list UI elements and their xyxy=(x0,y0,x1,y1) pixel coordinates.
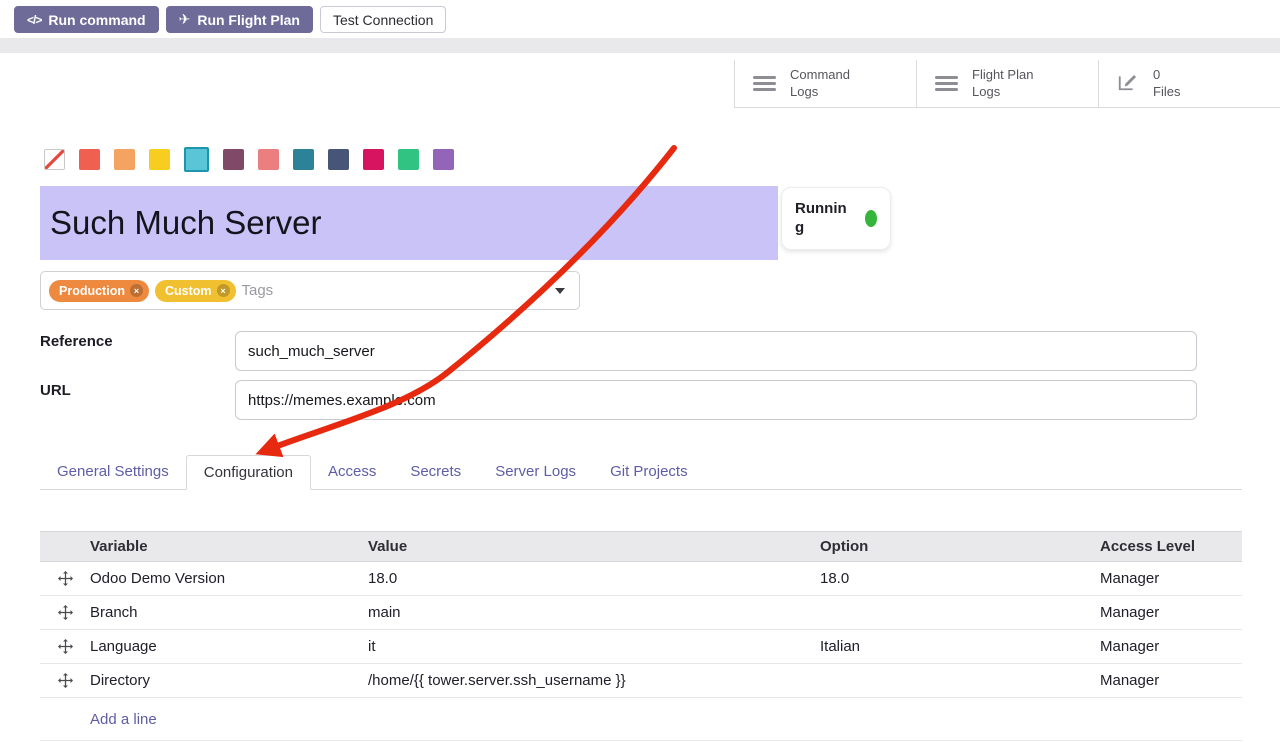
drag-handle-icon[interactable] xyxy=(40,571,90,586)
drag-handle-icon[interactable] xyxy=(40,639,90,654)
cell-variable[interactable]: Branch xyxy=(90,604,368,621)
header-option: Option xyxy=(820,538,1100,555)
cell-variable[interactable]: Directory xyxy=(90,672,368,689)
tag-remove-icon[interactable]: × xyxy=(130,284,143,297)
tab-configuration[interactable]: Configuration xyxy=(186,455,311,490)
cell-value[interactable]: main xyxy=(368,604,820,621)
files-label: Files xyxy=(1153,84,1180,101)
plane-icon: ✈ xyxy=(179,11,191,28)
tab-server-logs[interactable]: Server Logs xyxy=(478,455,593,489)
top-toolbar: </> Run command ✈ Run Flight Plan Test C… xyxy=(14,6,446,33)
status-label: Running xyxy=(795,200,847,238)
stat-button-row: Command Logs Flight Plan Logs 0 Files xyxy=(734,60,1280,108)
header-access-level: Access Level xyxy=(1100,538,1242,555)
add-line-row: Add a line xyxy=(40,698,1242,741)
color-swatch[interactable] xyxy=(114,149,135,170)
cell-value[interactable]: 18.0 xyxy=(368,570,820,587)
test-connection-label: Test Connection xyxy=(333,12,433,28)
reference-input[interactable] xyxy=(235,331,1197,371)
cell-option[interactable]: Italian xyxy=(820,638,1100,655)
edit-icon xyxy=(1117,70,1139,97)
notebook-tabs: General Settings Configuration Access Se… xyxy=(40,455,1242,490)
header-value: Value xyxy=(368,538,820,555)
cell-variable[interactable]: Odoo Demo Version xyxy=(90,570,368,587)
cell-variable[interactable]: Language xyxy=(90,638,368,655)
tab-git-projects[interactable]: Git Projects xyxy=(593,455,705,489)
tag-production[interactable]: Production × xyxy=(49,280,149,302)
status-card: Running xyxy=(781,187,891,250)
tag-remove-icon[interactable]: × xyxy=(217,284,230,297)
reference-label: Reference xyxy=(40,333,113,350)
cell-access[interactable]: Manager xyxy=(1100,604,1242,621)
flight-plan-logs-button[interactable]: Flight Plan Logs xyxy=(916,60,1098,107)
add-line-link[interactable]: Add a line xyxy=(90,711,157,728)
separator-band xyxy=(0,38,1280,53)
color-swatch[interactable] xyxy=(328,149,349,170)
cell-access[interactable]: Manager xyxy=(1100,638,1242,655)
tab-general-settings[interactable]: General Settings xyxy=(40,455,186,489)
table-header-row: Variable Value Option Access Level xyxy=(40,531,1242,562)
color-swatch-none[interactable] xyxy=(44,149,65,170)
variables-table: Variable Value Option Access Level Odoo … xyxy=(40,531,1242,741)
run-command-button[interactable]: </> Run command xyxy=(14,6,159,33)
test-connection-button[interactable]: Test Connection xyxy=(320,6,446,33)
color-swatch[interactable] xyxy=(149,149,170,170)
tags-placeholder: Tags xyxy=(242,282,550,299)
color-swatch[interactable] xyxy=(398,149,419,170)
menu-icon xyxy=(753,76,776,91)
files-button[interactable]: 0 Files xyxy=(1098,60,1280,107)
menu-icon xyxy=(935,76,958,91)
color-swatch[interactable] xyxy=(433,149,454,170)
code-icon: </> xyxy=(27,13,41,27)
run-flight-plan-label: Run Flight Plan xyxy=(197,12,300,28)
run-flight-plan-button[interactable]: ✈ Run Flight Plan xyxy=(166,6,313,33)
command-logs-button[interactable]: Command Logs xyxy=(734,60,916,107)
tag-custom[interactable]: Custom × xyxy=(155,280,236,302)
table-row: Odoo Demo Version 18.0 18.0 Manager xyxy=(40,562,1242,596)
tags-field[interactable]: Production × Custom × Tags xyxy=(40,271,580,310)
chevron-down-icon[interactable] xyxy=(555,288,565,294)
color-swatch-selected[interactable] xyxy=(184,147,209,172)
color-swatch[interactable] xyxy=(79,149,100,170)
drag-handle-icon[interactable] xyxy=(40,673,90,688)
cell-option[interactable]: 18.0 xyxy=(820,570,1100,587)
url-label: URL xyxy=(40,382,71,399)
command-logs-label: Command Logs xyxy=(790,67,874,101)
flight-plan-logs-label: Flight Plan Logs xyxy=(972,67,1056,101)
server-name: Such Much Server xyxy=(50,204,321,242)
tag-production-label: Production xyxy=(59,284,125,298)
table-row: Language it Italian Manager xyxy=(40,630,1242,664)
tab-access[interactable]: Access xyxy=(311,455,393,489)
color-picker xyxy=(44,147,454,172)
header-variable: Variable xyxy=(90,538,368,555)
color-swatch[interactable] xyxy=(293,149,314,170)
tag-custom-label: Custom xyxy=(165,284,212,298)
server-name-field[interactable]: Such Much Server xyxy=(40,186,778,260)
color-swatch[interactable] xyxy=(363,149,384,170)
files-count: 0 xyxy=(1153,67,1180,84)
color-swatch[interactable] xyxy=(223,149,244,170)
cell-value[interactable]: it xyxy=(368,638,820,655)
drag-handle-icon[interactable] xyxy=(40,605,90,620)
cell-access[interactable]: Manager xyxy=(1100,570,1242,587)
cell-value[interactable]: /home/{{ tower.server.ssh_username }} xyxy=(368,672,820,689)
table-row: Branch main Manager xyxy=(40,596,1242,630)
status-dot xyxy=(865,210,877,227)
url-input[interactable] xyxy=(235,380,1197,420)
table-row: Directory /home/{{ tower.server.ssh_user… xyxy=(40,664,1242,698)
files-stat: 0 Files xyxy=(1153,67,1180,101)
cell-access[interactable]: Manager xyxy=(1100,672,1242,689)
tab-secrets[interactable]: Secrets xyxy=(393,455,478,489)
run-command-label: Run command xyxy=(48,12,145,28)
color-swatch[interactable] xyxy=(258,149,279,170)
